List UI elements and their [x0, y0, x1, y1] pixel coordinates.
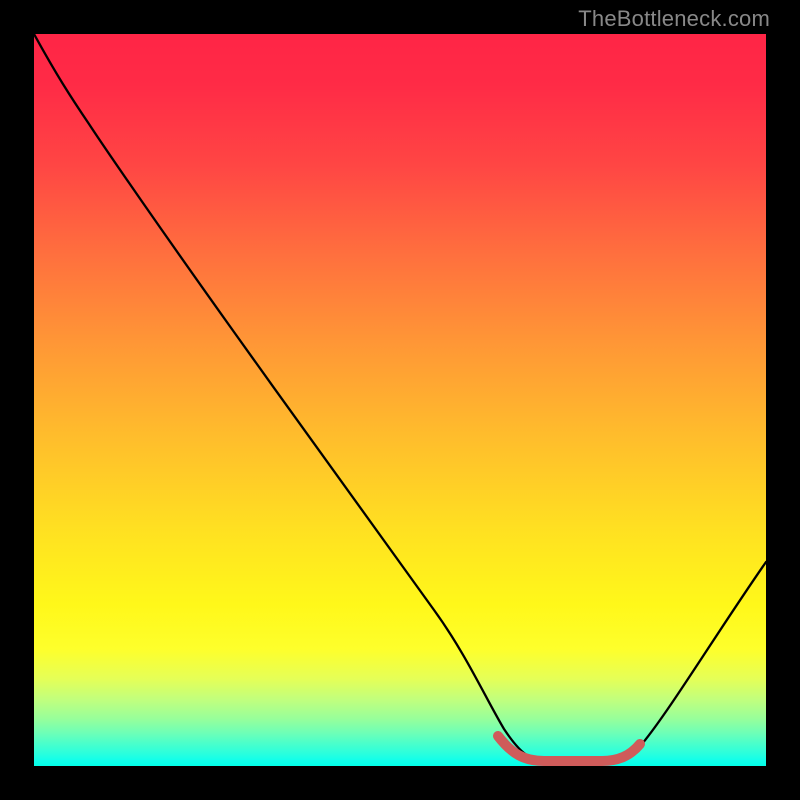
chart-svg	[34, 34, 766, 766]
watermark-text: TheBottleneck.com	[578, 6, 770, 32]
chart-frame	[34, 34, 766, 766]
curve-line	[34, 34, 766, 762]
